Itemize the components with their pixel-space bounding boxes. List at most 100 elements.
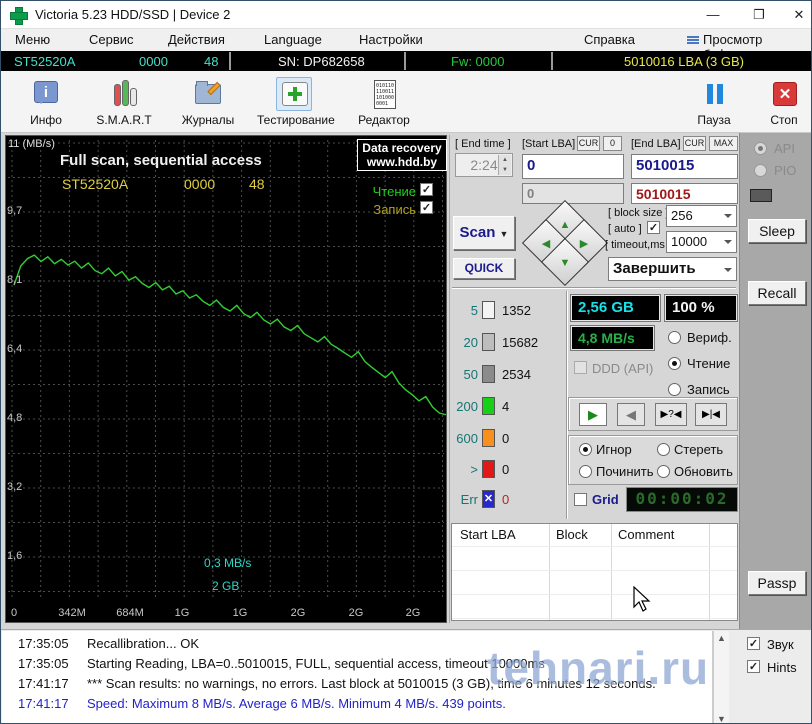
grid-checkbox[interactable] (574, 493, 587, 506)
toolbar-button-smart[interactable]: S.M.A.R.T (87, 75, 161, 127)
end-time-spin-arrows[interactable]: ▲ ▼ (498, 155, 511, 175)
mode-radio-1[interactable] (668, 331, 681, 344)
mode-radio-3[interactable] (668, 383, 681, 396)
mode-radio-2[interactable] (668, 357, 681, 370)
defect-action-radio-3[interactable] (579, 465, 592, 478)
bucket-label->: > (470, 462, 478, 477)
bucket-count-20: 15682 (502, 335, 539, 350)
step-back-button[interactable]: ◀ (617, 403, 645, 426)
legend-write-checkbox[interactable]: ✓ (420, 201, 433, 214)
stop-button[interactable]: ✕ Стоп (747, 75, 811, 127)
api-radio[interactable] (754, 142, 767, 155)
start-lba-cur-button[interactable]: CUR (577, 136, 600, 151)
bucket-swatch-200 (482, 397, 495, 415)
mode-radio-label: Запись (687, 382, 730, 397)
bucket-label-Err: Err (460, 492, 478, 507)
start-lba-zero-button[interactable]: 0 (603, 136, 622, 151)
device-firmware: Fw: 0000 (451, 54, 505, 69)
play-button[interactable]: ▶ (579, 403, 607, 426)
device-capacity: 5010016 LBA (3 GB) (624, 54, 744, 69)
table-header-3[interactable]: Comment (618, 527, 674, 542)
defect-action-label: Игнор (596, 442, 632, 457)
end-lba-max-button[interactable]: MAX (709, 136, 738, 151)
scan-button[interactable]: Scan ▼ (453, 216, 515, 250)
after-scan-action-select[interactable]: Завершить (608, 257, 737, 281)
end-time-spinner[interactable]: 2:24 ▲ ▼ (455, 153, 513, 177)
minimize-button[interactable]: — (693, 1, 733, 29)
bucket-swatch-Err: ✕ (482, 490, 495, 508)
defect-action-radio-2[interactable] (657, 443, 670, 456)
quick-button[interactable]: QUICK (453, 258, 515, 279)
recall-button[interactable]: Recall (748, 281, 806, 305)
scroll-down-icon[interactable]: ▼ (714, 712, 729, 723)
bucket-swatch-20 (482, 333, 495, 351)
menu-item-1[interactable]: Меню (15, 32, 50, 47)
table-header-1[interactable]: Start LBA (460, 527, 516, 542)
legend-read-label: Чтение (372, 184, 416, 199)
passp-button[interactable]: Passp (748, 571, 806, 595)
sleep-button[interactable]: Sleep (748, 219, 806, 243)
log-bar: 17:35:05 Recallibration... OK 17:35:05 Star… (1, 629, 811, 723)
bucket-swatch-600 (482, 429, 495, 447)
menu-bar: Просмотр буфера МенюСервисДействияLangua… (1, 29, 811, 62)
block-size-select[interactable]: 256 (666, 205, 737, 227)
toolbar-button-testing[interactable]: Тестирование (257, 75, 335, 127)
toolbar-button-info[interactable]: i Инфо (9, 75, 83, 127)
menu-item-5[interactable]: Настройки (359, 32, 423, 47)
toolbar-button-editor[interactable]: 010110 110011 101000 0001 Редактор (347, 75, 421, 127)
ddd-api-label: DDD (API) (592, 361, 654, 376)
menu-item-4[interactable]: Language (264, 32, 322, 47)
defect-action-radio-1[interactable] (579, 443, 592, 456)
pause-button[interactable]: Пауза (677, 75, 751, 127)
defect-action-label: Обновить (674, 464, 733, 479)
bucket-count-50: 2534 (502, 367, 531, 382)
table-header-2[interactable]: Block (556, 527, 588, 542)
legend-read-checkbox[interactable]: ✓ (420, 183, 433, 196)
toolbar-button-journals[interactable]: Журналы (171, 75, 245, 127)
toolbar: Пауза ✕ Стоп i Инфо S.M.A.R.T Журналы Тестир… (1, 71, 811, 133)
end-lba-cur-button[interactable]: CUR (683, 136, 706, 151)
block-size-label: [ block size ] (608, 207, 669, 219)
menu-item-3[interactable]: Действия (168, 32, 225, 47)
start-lba-input[interactable]: 0 (522, 154, 624, 179)
buffer-view-icon (687, 36, 699, 46)
defect-action-radio-4[interactable] (657, 465, 670, 478)
stop-icon: ✕ (766, 77, 802, 111)
scanned-size-lcd: 2,56 GB (570, 294, 661, 322)
defect-action-panel: Игнор Стереть Починить Обновить (568, 435, 738, 485)
sound-checkbox[interactable]: ✓ (747, 637, 760, 650)
bucket-label-5: 5 (470, 303, 478, 318)
butterfly-button[interactable]: ▶|◀ (695, 403, 727, 426)
testing-icon (276, 77, 312, 111)
auto-checkbox[interactable]: ✓ (647, 221, 660, 234)
x-tick-label: 2G (405, 607, 421, 619)
timeout-select[interactable]: 10000 (666, 231, 737, 253)
transport-buttons-panel: ▶ ◀ ▶?◀ ▶|◀ (568, 397, 738, 431)
x-tick-label: 2G (290, 607, 306, 619)
controls-panel: [ End time ] 2:24 ▲ ▼ [Start LBA] CUR 0 0… (449, 135, 739, 623)
y-tick-label: 4,8 (7, 412, 23, 424)
defect-table[interactable]: Start LBA Block Comment (451, 523, 738, 621)
ddd-api-checkbox[interactable] (574, 361, 587, 374)
hints-checkbox[interactable]: ✓ (747, 660, 760, 673)
close-button[interactable]: ✕ (779, 1, 811, 29)
pause-icon (696, 77, 732, 111)
pio-radio[interactable] (754, 164, 767, 177)
scroll-up-icon[interactable]: ▲ (714, 631, 729, 645)
end-lba-input[interactable]: 5010015 (631, 154, 738, 179)
legend-write-label: Запись (373, 202, 416, 217)
activity-indicator (750, 189, 772, 202)
maximize-button[interactable]: ❐ (739, 1, 779, 29)
log-pane[interactable]: 17:35:05 Recallibration... OK 17:35:05 Star… (2, 631, 713, 723)
menu-item-6[interactable]: Справка (584, 32, 635, 47)
bucket-label-20: 20 (463, 335, 478, 350)
y-tick-label: 1,6 (7, 550, 23, 562)
bucket-count->: 0 (502, 462, 510, 477)
sound-label: Звук (767, 637, 794, 652)
seek-test-button[interactable]: ▶?◀ (655, 403, 687, 426)
scan-graph: 11 (MB/s) Full scan, sequential access S… (5, 135, 447, 623)
log-scrollbar[interactable]: ▲ ▼ (713, 631, 729, 723)
bucket-label-50: 50 (463, 367, 478, 382)
menu-item-2[interactable]: Сервис (89, 32, 134, 47)
progress-percent-lcd: 100 % (664, 294, 738, 322)
